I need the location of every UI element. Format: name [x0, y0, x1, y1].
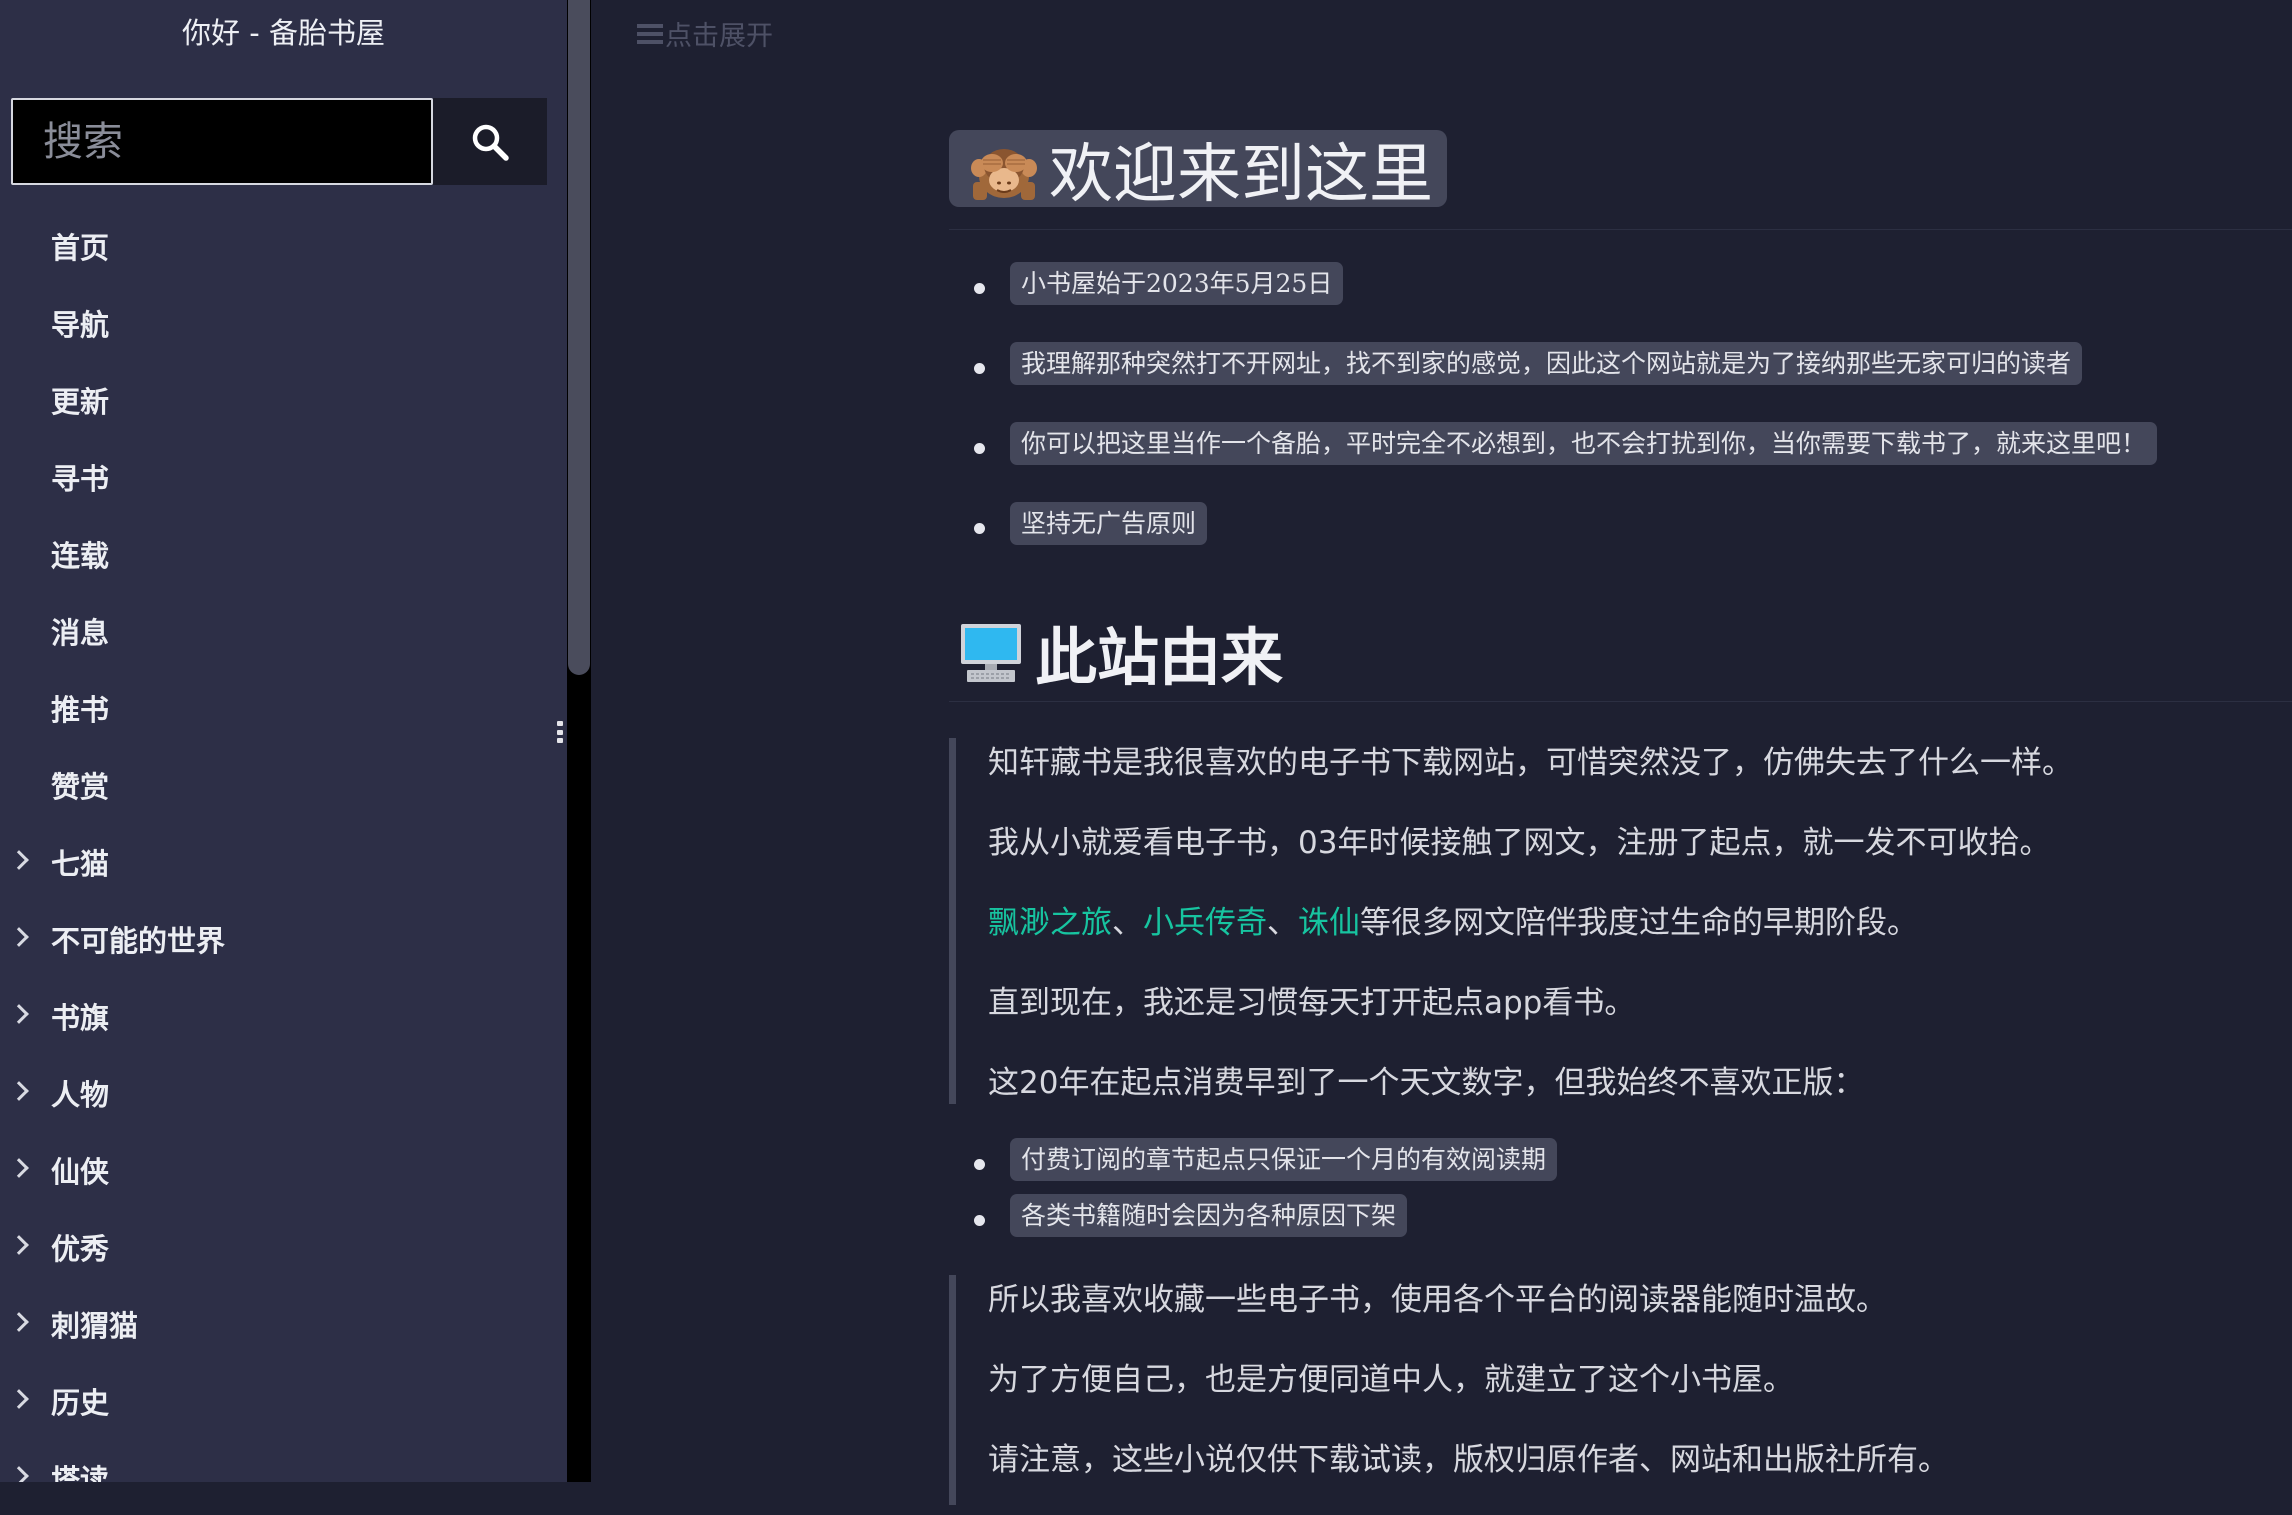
sidebar-item-shuqi[interactable]: 书旗 — [0, 977, 567, 1054]
sidebar-item-donate[interactable]: 赞赏 — [0, 746, 567, 823]
toggle-label: 点击展开 — [665, 21, 773, 52]
origin-quote: 知轩藏书是我很喜欢的电子书下载网站，可惜突然没了，仿佛失去了什么一样。 我从小就… — [949, 738, 2073, 1104]
welcome-note: 小书屋始于2023年5月25日 — [1010, 262, 1344, 305]
handle-dot — [557, 721, 563, 726]
sidebar-item-characters[interactable]: 人物 — [0, 1054, 567, 1131]
sidebar-item-tadu[interactable]: 塔读 — [0, 1439, 567, 1482]
sidebar-item-history[interactable]: 历史 — [0, 1362, 567, 1439]
chevron-right-icon — [9, 849, 29, 870]
paragraph-tail: 等很多网文陪伴我度过生命的早期阶段。 — [1360, 905, 1918, 941]
site-title: 你好 - 备胎书屋 — [182, 16, 385, 50]
welcome-heading: 欢迎来到这里 — [949, 130, 1447, 212]
sidebar-item-qimao[interactable]: 七猫 — [0, 823, 567, 900]
paragraph: 我从小就爱看电子书，03年时候接触了网文，注册了起点，就一发不可收拾。 — [988, 825, 2051, 861]
welcome-title: 欢迎来到这里 — [1049, 137, 1433, 212]
chevron-right-icon — [9, 1465, 29, 1482]
list-item: 小书屋始于2023年5月25日 — [974, 262, 2157, 342]
menu-icon — [637, 23, 663, 44]
handle-dot — [557, 729, 563, 735]
separator: 、 — [1267, 905, 1298, 941]
sidebar-item-impossible-world[interactable]: 不可能的世界 — [0, 900, 567, 977]
sidebar-item-label: 消息 — [51, 615, 110, 650]
sidebar-item-label: 赞赏 — [51, 769, 110, 804]
origin-title: 此站由来 — [1035, 621, 1284, 694]
paragraph: 这20年在起点消费早到了一个天文数字，但我始终不喜欢正版： — [988, 1065, 1865, 1101]
search-box — [11, 98, 547, 185]
sidebar-resize-handle[interactable] — [557, 721, 563, 743]
sidebar-item-label: 首页 — [51, 230, 110, 265]
chevron-right-icon — [9, 1388, 29, 1409]
sidebar-item-recommend[interactable]: 推书 — [0, 669, 567, 746]
sidebar-item-navigation[interactable]: 导航 — [0, 284, 567, 361]
chevron-right-icon — [9, 1080, 29, 1101]
origin-heading-row: 此站由来 — [949, 602, 2292, 702]
welcome-note: 坚持无广告原则 — [1010, 502, 1208, 545]
link-piaomiao[interactable]: 飘渺之旅 — [988, 905, 1112, 941]
paragraph: 直到现在，我还是习惯每天打开起点app看书。 — [988, 985, 1636, 1021]
sidebar: 你好 - 备胎书屋 首页 导航 更新 寻书 连载 消息 推书 赞赏 七猫 不可能… — [0, 0, 567, 1482]
search-input[interactable] — [11, 98, 433, 185]
sidebar-item-label: 导航 — [51, 307, 110, 342]
sidebar-item-label: 连载 — [51, 538, 110, 573]
chevron-right-icon — [9, 1234, 29, 1255]
sidebar-item-find-book[interactable]: 寻书 — [0, 438, 567, 515]
sidebar-item-label: 优秀 — [51, 1231, 110, 1266]
link-xiaobing[interactable]: 小兵传奇 — [1143, 905, 1267, 941]
welcome-note: 你可以把这里当作一个备胎，平时完全不必想到，也不会打扰到你，当你需要下载书了，就… — [1010, 422, 2158, 465]
link-zhuxian[interactable]: 诛仙 — [1298, 905, 1360, 941]
sidebar-item-label: 更新 — [51, 384, 110, 419]
paragraph: 为了方便自己，也是方便同道中人，就建立了这个小书屋。 — [988, 1362, 1794, 1398]
welcome-note: 我理解那种突然打不开网址，找不到家的感觉，因此这个网站就是为了接纳那些无家可归的… — [1010, 342, 2083, 385]
welcome-heading-row: 欢迎来到这里 — [949, 130, 2292, 230]
sidebar-item-messages[interactable]: 消息 — [0, 592, 567, 669]
sidebar-item-xianxia[interactable]: 仙侠 — [0, 1131, 567, 1208]
sidebar-item-excellent[interactable]: 优秀 — [0, 1208, 567, 1285]
sidebar-item-home[interactable]: 首页 — [0, 207, 567, 284]
sidebar-nav: 首页 导航 更新 寻书 连载 消息 推书 赞赏 七猫 不可能的世界 书旗 人物 … — [0, 207, 567, 1482]
handle-dot — [557, 738, 563, 743]
paragraph: 所以我喜欢收藏一些电子书，使用各个平台的阅读器能随时温故。 — [988, 1282, 1887, 1318]
sidebar-item-label: 七猫 — [51, 846, 110, 881]
see-no-evil-monkey-icon — [971, 148, 1037, 200]
reason-note: 付费订阅的章节起点只保证一个月的有效阅读期 — [1010, 1138, 1558, 1181]
search-button[interactable] — [433, 98, 547, 185]
sidebar-item-label: 书旗 — [51, 1000, 110, 1035]
paragraph: 请注意，这些小说仅供下载试读，版权归原作者、网站和出版社所有。 — [988, 1442, 1949, 1478]
sidebar-scrollbar-thumb[interactable] — [568, 0, 590, 675]
sidebar-item-label: 不可能的世界 — [51, 923, 226, 958]
main-content: 点击展开 欢迎来到这里 小书屋始于2023年5月25日 我理解那种突然打不开网址… — [591, 0, 2292, 1505]
welcome-list: 小书屋始于2023年5月25日 我理解那种突然打不开网址，找不到家的感觉，因此这… — [974, 262, 2158, 582]
chevron-right-icon — [9, 926, 29, 947]
search-icon — [472, 124, 509, 161]
sidebar-item-label: 刺猬猫 — [51, 1308, 139, 1343]
list-item: 坚持无广告原则 — [974, 502, 2157, 582]
chevron-right-icon — [9, 1003, 29, 1024]
paragraph: 知轩藏书是我很喜欢的电子书下载网站，可惜突然没了，仿佛失去了什么一样。 — [988, 745, 2073, 781]
sidebar-item-ciweimao[interactable]: 刺猬猫 — [0, 1285, 567, 1362]
sidebar-item-updates[interactable]: 更新 — [0, 361, 567, 438]
sidebar-item-label: 推书 — [51, 692, 110, 727]
origin-quote-2: 所以我喜欢收藏一些电子书，使用各个平台的阅读器能随时温故。 为了方便自己，也是方… — [949, 1275, 1949, 1505]
list-item: 付费订阅的章节起点只保证一个月的有效阅读期 — [974, 1138, 1558, 1194]
reasons-list: 付费订阅的章节起点只保证一个月的有效阅读期 各类书籍随时会因为各种原因下架 — [974, 1138, 1558, 1250]
list-item: 你可以把这里当作一个备胎，平时完全不必想到，也不会打扰到你，当你需要下载书了，就… — [974, 422, 2158, 502]
list-item: 我理解那种突然打不开网址，找不到家的感觉，因此这个网站就是为了接纳那些无家可归的… — [974, 342, 2157, 422]
sidebar-item-serial[interactable]: 连载 — [0, 515, 567, 592]
paragraph-with-links: 飘渺之旅、小兵传奇、诛仙等很多网文陪伴我度过生命的早期阶段。 — [988, 898, 2073, 978]
sidebar-item-label: 仙侠 — [51, 1154, 110, 1189]
sidebar-item-label: 塔读 — [51, 1462, 110, 1483]
reason-note: 各类书籍随时会因为各种原因下架 — [1010, 1194, 1408, 1237]
separator: 、 — [1112, 905, 1143, 941]
desktop-computer-icon — [961, 624, 1021, 682]
sidebar-item-label: 历史 — [51, 1385, 110, 1420]
list-item: 各类书籍随时会因为各种原因下架 — [974, 1194, 1557, 1250]
chevron-right-icon — [9, 1157, 29, 1178]
expand-sidebar-toggle[interactable]: 点击展开 — [637, 14, 773, 53]
sidebar-item-label: 人物 — [51, 1077, 110, 1112]
sidebar-item-label: 寻书 — [51, 461, 110, 496]
origin-heading: 此站由来 — [959, 607, 1283, 697]
chevron-right-icon — [9, 1311, 29, 1332]
